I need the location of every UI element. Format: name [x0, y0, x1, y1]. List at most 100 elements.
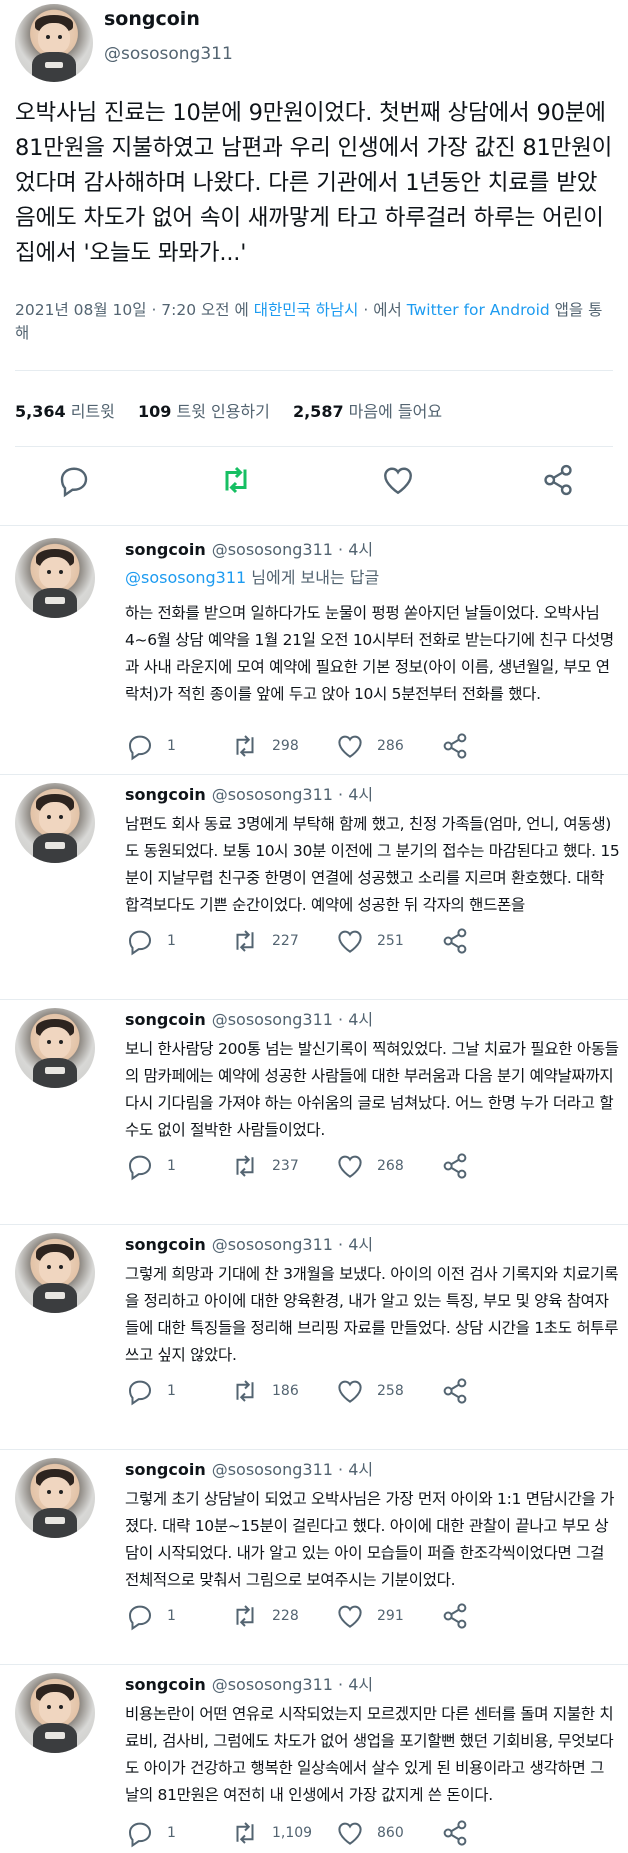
share-icon [443, 1153, 467, 1179]
reply-retweet-button[interactable]: 186 [230, 1373, 299, 1409]
reply-count: 1 [167, 1608, 176, 1624]
reply-reply-button[interactable]: 1 [125, 1815, 176, 1851]
quotes-stat[interactable]: 109 트윗 인용하기 [138, 402, 270, 421]
reply-avatar[interactable] [15, 1458, 95, 1538]
reply-timestamp[interactable]: · 4시 [338, 540, 373, 559]
reply-handle[interactable]: @sososong311 [212, 1010, 333, 1029]
author-handle[interactable]: @sososong311 [104, 44, 233, 64]
reply-retweet-button[interactable]: 227 [230, 923, 299, 959]
divider [0, 525, 628, 526]
like-icon [384, 467, 412, 495]
reply-action-bar: 1 298 286 [125, 728, 605, 764]
reply-like-button[interactable]: 860 [335, 1815, 404, 1851]
reply-text: 남편도 회사 동료 3명에게 부탁해 함께 했고, 친정 가족들(엄마, 언니,… [125, 815, 620, 914]
reply-handle[interactable]: @sososong311 [212, 1460, 333, 1479]
reply-like-button[interactable]: 258 [335, 1373, 404, 1409]
tweet-meta: 2021년 08월 10일 · 7:20 오전 에 대한민국 하남시 · 에서 … [15, 299, 615, 345]
reply-display-name[interactable]: songcoin [125, 540, 206, 559]
reply-count: 1 [167, 1383, 176, 1399]
reply-text: 하는 전화를 받으며 일하다가도 눈물이 펑펑 쏟아지던 날들이었다. 오박사님… [125, 604, 614, 703]
reply-share-button[interactable] [440, 1815, 482, 1851]
reply-avatar[interactable] [15, 783, 95, 863]
like-icon [338, 930, 362, 953]
reply-handle[interactable]: @sososong311 [212, 1675, 333, 1694]
reply-handle[interactable]: @sososong311 [212, 785, 333, 804]
reply-like-button[interactable]: 286 [335, 728, 404, 764]
author-display-name[interactable]: songcoin [104, 8, 200, 30]
tweet-meta-mid: · 에서 [358, 301, 402, 319]
like-count: 251 [377, 933, 404, 949]
tweet-location-link[interactable]: 대한민국 하남시 [254, 301, 359, 319]
reply-reply-button[interactable]: 1 [125, 1148, 176, 1184]
tweet-source-link[interactable]: Twitter for Android [407, 301, 550, 319]
like-count: 291 [377, 1608, 404, 1624]
reply-display-name[interactable]: songcoin [125, 1675, 206, 1694]
reply-tweet[interactable]: songcoin @sososong311 · 4시 비용논란이 어떤 연유로 시… [0, 1665, 628, 1853]
like-icon [338, 1155, 362, 1178]
reply-avatar[interactable] [15, 538, 95, 618]
reply-share-button[interactable] [440, 728, 482, 764]
reply-display-name[interactable]: songcoin [125, 1460, 206, 1479]
reply-header: songcoin @sososong311 · 4시 [125, 1006, 373, 1030]
reply-to-mention-link[interactable]: @sososong311 [125, 568, 246, 587]
reply-tweet[interactable]: songcoin @sososong311 · 4시 그렇게 초기 상담날이 되었… [0, 1450, 628, 1665]
reply-share-button[interactable] [440, 923, 482, 959]
reply-timestamp[interactable]: · 4시 [338, 1010, 373, 1029]
reply-timestamp[interactable]: · 4시 [338, 1460, 373, 1479]
reply-tweet[interactable]: songcoin @sososong311 · 4시 보니 한사람당 200통 넘… [0, 1000, 628, 1225]
reply-like-button[interactable]: 291 [335, 1598, 404, 1634]
reply-button[interactable] [56, 462, 100, 506]
reply-handle[interactable]: @sososong311 [212, 540, 333, 559]
reply-header: songcoin @sososong311 · 4시 [125, 536, 373, 560]
author-avatar[interactable] [15, 4, 93, 82]
reply-timestamp[interactable]: · 4시 [338, 1675, 373, 1694]
reply-display-name[interactable]: songcoin [125, 1010, 206, 1029]
tweet-date[interactable]: 2021년 08월 10일 · 7:20 오전 에 [15, 301, 249, 319]
likes-count: 2,587 [292, 402, 344, 421]
reply-share-button[interactable] [440, 1148, 482, 1184]
reply-retweet-button[interactable]: 228 [230, 1598, 299, 1634]
reply-tweet[interactable]: songcoin @sososong311 · 4시 남편도 회사 동료 3명에게… [0, 775, 628, 1000]
reply-reply-button[interactable]: 1 [125, 1373, 176, 1409]
reply-retweet-button[interactable]: 237 [230, 1148, 299, 1184]
reply-avatar[interactable] [15, 1008, 95, 1088]
like-count: 258 [377, 1383, 404, 1399]
retweet-button[interactable] [218, 462, 262, 506]
reply-display-name[interactable]: songcoin [125, 785, 206, 804]
divider [15, 446, 613, 447]
likes-stat[interactable]: 2,587 마음에 들어요 [293, 402, 442, 421]
reply-like-button[interactable]: 268 [335, 1148, 404, 1184]
reply-like-button[interactable]: 251 [335, 923, 404, 959]
reply-tweet[interactable]: songcoin @sososong311 · 4시 @sososong311 님… [0, 530, 628, 775]
reply-display-name[interactable]: songcoin [125, 1235, 206, 1254]
reply-icon [128, 1155, 152, 1181]
retweets-stat[interactable]: 5,364 리트윗 [15, 402, 115, 421]
reply-avatar[interactable] [15, 1233, 95, 1313]
like-icon [338, 1822, 362, 1845]
like-count: 860 [377, 1825, 404, 1841]
reply-avatar[interactable] [15, 1673, 95, 1753]
likes-label: 마음에 들어요 [348, 402, 443, 421]
reply-timestamp[interactable]: · 4시 [338, 785, 373, 804]
reply-handle[interactable]: @sososong311 [212, 1235, 333, 1254]
reply-timestamp[interactable]: · 4시 [338, 1235, 373, 1254]
reply-share-button[interactable] [440, 1598, 482, 1634]
reply-reply-button[interactable]: 1 [125, 923, 176, 959]
reply-tweet[interactable]: songcoin @sososong311 · 4시 그렇게 희망과 기대에 찬 … [0, 1225, 628, 1450]
retweet-count: 237 [272, 1158, 299, 1174]
retweet-count: 1,109 [272, 1825, 313, 1841]
like-button[interactable] [380, 462, 424, 506]
like-count: 286 [377, 738, 404, 754]
reply-text: 보니 한사람당 200통 넘는 발신기록이 찍혀있었다. 그날 치료가 필요한 … [125, 1040, 619, 1139]
share-icon [443, 733, 467, 759]
reply-retweet-button[interactable]: 1,109 [230, 1815, 312, 1851]
retweets-count: 5,364 [15, 402, 66, 421]
retweet-icon [236, 1155, 254, 1177]
retweet-icon [236, 1605, 254, 1627]
reply-reply-button[interactable]: 1 [125, 1598, 176, 1634]
reply-icon [128, 930, 152, 956]
reply-reply-button[interactable]: 1 [125, 728, 176, 764]
reply-share-button[interactable] [440, 1373, 482, 1409]
share-button[interactable] [540, 462, 584, 506]
reply-retweet-button[interactable]: 298 [230, 728, 299, 764]
